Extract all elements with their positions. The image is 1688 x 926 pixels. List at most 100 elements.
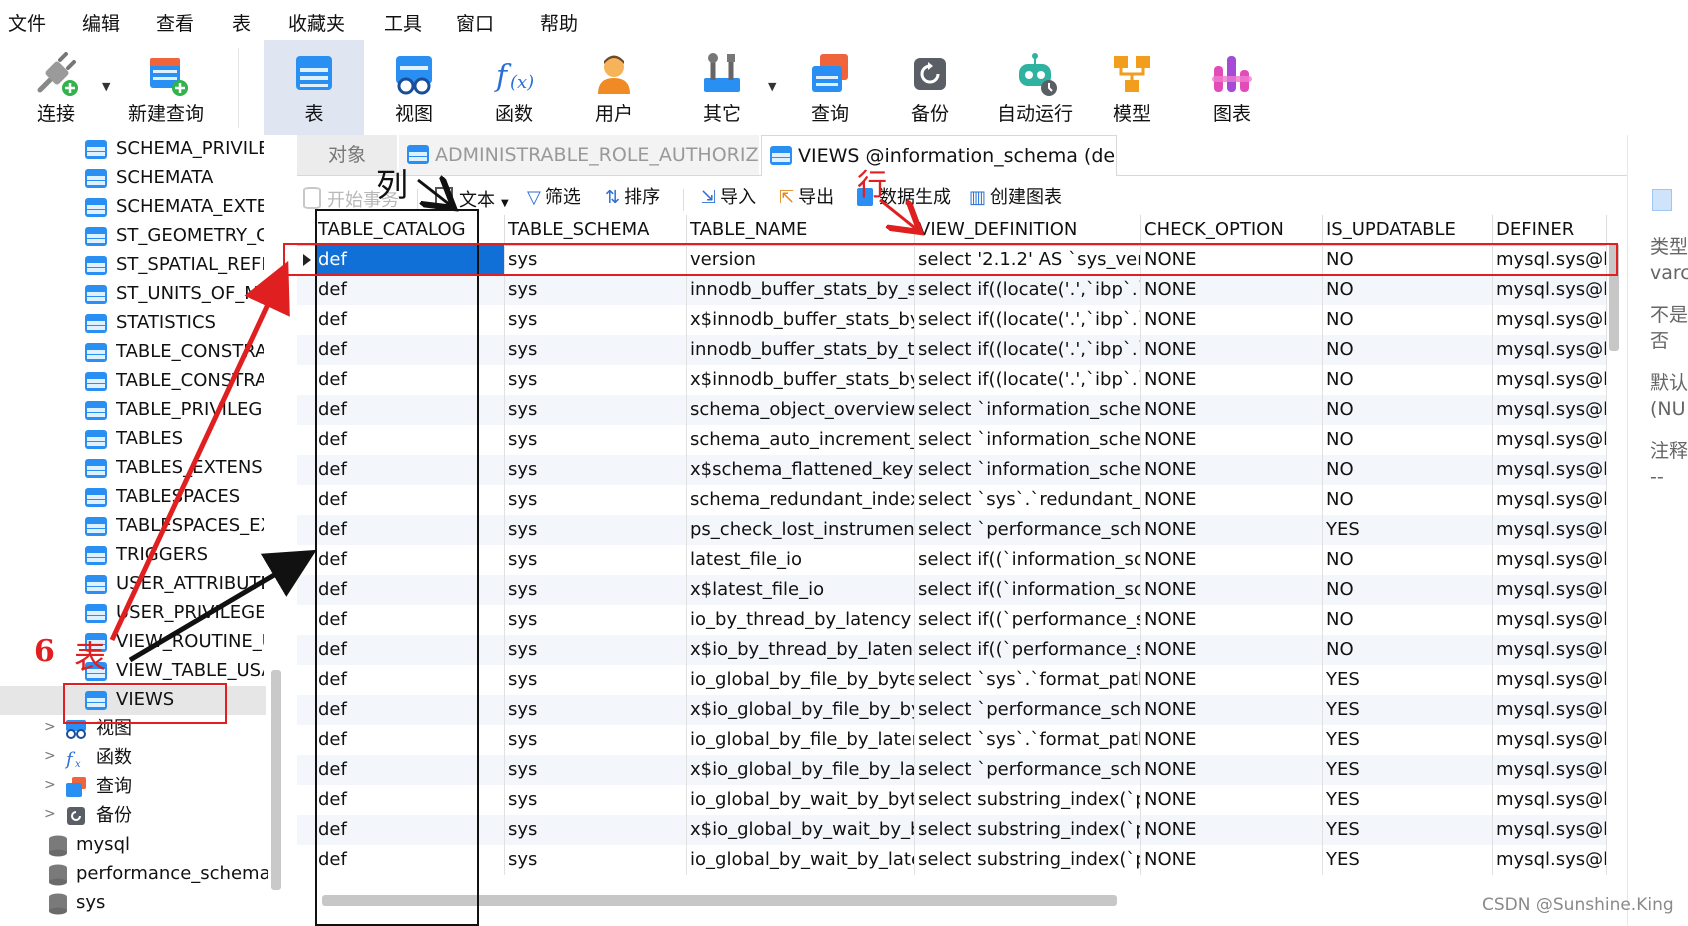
menu-window[interactable]: 窗口 xyxy=(456,12,494,36)
tree-item-group[interactable]: > 查询 xyxy=(0,773,266,802)
header-col-view-definition[interactable]: VIEW_DEFINITION xyxy=(915,215,1141,245)
tree-item-table[interactable]: TABLE_PRIVILEGES xyxy=(0,396,266,425)
table-row[interactable]: def sys io_by_thread_by_latency select if((… xyxy=(297,605,1607,635)
chevron-right-icon[interactable]: > xyxy=(44,806,56,822)
create-chart-button[interactable]: ▥ 创建图表 xyxy=(969,187,1062,209)
cell-view-definition[interactable]: select if((locate('.',`ibp`.`TA xyxy=(915,335,1141,365)
cell-view-definition[interactable]: select substring_index(`pe xyxy=(915,815,1141,845)
cell-is-updatable[interactable]: NO xyxy=(1323,395,1493,425)
cell-check-option[interactable]: NONE xyxy=(1141,515,1323,545)
cell-table-schema[interactable]: sys xyxy=(505,515,687,545)
tree-item-table[interactable]: USER_PRIVILEGES xyxy=(0,599,266,628)
cell-table-name[interactable]: x$schema_flattened_keys xyxy=(687,455,915,485)
tree-item-table[interactable]: SCHEMATA xyxy=(0,164,266,193)
table-row[interactable]: def sys innodb_buffer_stats_by_sc select if… xyxy=(297,275,1607,305)
cell-table-schema[interactable]: sys xyxy=(505,335,687,365)
cell-table-schema[interactable]: sys xyxy=(505,365,687,395)
cell-is-updatable[interactable]: YES xyxy=(1323,755,1493,785)
cell-check-option[interactable]: NONE xyxy=(1141,365,1323,395)
cell-table-name[interactable]: io_global_by_file_by_laten xyxy=(687,725,915,755)
cell-check-option[interactable]: NONE xyxy=(1141,575,1323,605)
toolbar-other-button[interactable]: 其它 xyxy=(672,40,772,135)
filter-button[interactable]: ▽ 筛选 xyxy=(527,187,581,209)
table-row[interactable]: def sys ps_check_lost_instrumenta select `p… xyxy=(297,515,1607,545)
cell-view-definition[interactable]: select `performance_scher xyxy=(915,755,1141,785)
menu-edit[interactable]: 编辑 xyxy=(82,12,120,36)
tree-item-table[interactable]: TABLESPACES xyxy=(0,483,266,512)
cell-definer[interactable]: mysql.sys@l xyxy=(1493,785,1607,815)
cell-definer[interactable]: mysql.sys@l xyxy=(1493,425,1607,455)
toolbar-function-button[interactable]: f (x) 函数 xyxy=(464,40,564,135)
cell-definer[interactable]: mysql.sys@l xyxy=(1493,305,1607,335)
cell-check-option[interactable]: NONE xyxy=(1141,305,1323,335)
cell-table-schema[interactable]: sys xyxy=(505,755,687,785)
cell-table-schema[interactable]: sys xyxy=(505,575,687,605)
table-row[interactable]: def sys schema_redundant_indexe select `sys… xyxy=(297,485,1607,515)
cell-table-name[interactable]: schema_object_overview xyxy=(687,395,915,425)
chevron-right-icon[interactable]: > xyxy=(44,719,56,735)
cell-is-updatable[interactable]: YES xyxy=(1323,785,1493,815)
tree-item-group[interactable]: > f x 函数 xyxy=(0,744,266,773)
cell-table-name[interactable]: schema_redundant_indexe xyxy=(687,485,915,515)
cell-table-name[interactable]: x$innodb_buffer_stats_by xyxy=(687,305,915,335)
cell-view-definition[interactable]: select `performance_scher xyxy=(915,695,1141,725)
cell-table-name[interactable]: x$innodb_buffer_stats_by xyxy=(687,365,915,395)
cell-definer[interactable]: mysql.sys@l xyxy=(1493,605,1607,635)
toolbar-query-button[interactable]: 查询 xyxy=(780,40,880,135)
cell-is-updatable[interactable]: YES xyxy=(1323,725,1493,755)
cell-table-name[interactable]: x$io_global_by_file_by_lat xyxy=(687,755,915,785)
chevron-right-icon[interactable]: > xyxy=(44,748,56,764)
tree-item-database[interactable]: performance_schema xyxy=(0,860,268,889)
table-row[interactable]: def sys x$io_by_thread_by_latency select if… xyxy=(297,635,1607,665)
table-row[interactable]: def sys io_global_by_wait_by_late select su… xyxy=(297,845,1607,875)
cell-is-updatable[interactable]: NO xyxy=(1323,425,1493,455)
cell-definer[interactable]: mysql.sys@l xyxy=(1493,725,1607,755)
cell-table-schema[interactable]: sys xyxy=(505,635,687,665)
cell-check-option[interactable]: NONE xyxy=(1141,725,1323,755)
cell-check-option[interactable]: NONE xyxy=(1141,785,1323,815)
table-row[interactable]: def sys schema_object_overview select `info… xyxy=(297,395,1607,425)
table-row[interactable]: def sys io_global_by_file_by_laten select `… xyxy=(297,725,1607,755)
table-row[interactable]: def sys innodb_buffer_stats_by_ta select if… xyxy=(297,335,1607,365)
cell-table-schema[interactable]: sys xyxy=(505,275,687,305)
cell-view-definition[interactable]: select substring_index(`pe xyxy=(915,845,1141,875)
menu-file[interactable]: 文件 xyxy=(8,12,46,36)
cell-check-option[interactable]: NONE xyxy=(1141,425,1323,455)
header-col-is-updatable[interactable]: IS_UPDATABLE xyxy=(1323,215,1493,245)
cell-view-definition[interactable]: select if((`performance_scl xyxy=(915,605,1141,635)
table-row[interactable]: def sys x$innodb_buffer_stats_by select if(… xyxy=(297,305,1607,335)
toolbar-backup-button[interactable]: 备份 xyxy=(880,40,980,135)
cell-table-name[interactable]: io_global_by_file_by_bytes xyxy=(687,665,915,695)
cell-definer[interactable]: mysql.sys@l xyxy=(1493,635,1607,665)
cell-check-option[interactable]: NONE xyxy=(1141,635,1323,665)
toolbar-user-button[interactable]: 用户 xyxy=(564,40,664,135)
cell-table-schema[interactable]: sys xyxy=(505,395,687,425)
table-row[interactable]: def sys x$latest_file_io select if((`inform… xyxy=(297,575,1607,605)
import-button[interactable]: ⇲ 导入 xyxy=(701,187,756,209)
cell-table-name[interactable]: x$latest_file_io xyxy=(687,575,915,605)
sort-button[interactable]: ⇅ 排序 xyxy=(605,187,660,209)
cell-table-schema[interactable]: sys xyxy=(505,665,687,695)
cell-is-updatable[interactable]: NO xyxy=(1323,485,1493,515)
tab-views[interactable]: VIEWS @information_schema (dem... xyxy=(761,135,1117,176)
cell-is-updatable[interactable]: NO xyxy=(1323,365,1493,395)
tree-item-table[interactable]: ST_GEOMETRY_CO xyxy=(0,222,266,251)
tree-item-database[interactable]: mysql xyxy=(0,831,266,860)
cell-definer[interactable]: mysql.sys@l xyxy=(1493,665,1607,695)
cell-definer[interactable]: mysql.sys@l xyxy=(1493,455,1607,485)
cell-table-name[interactable]: latest_file_io xyxy=(687,545,915,575)
cell-is-updatable[interactable]: YES xyxy=(1323,845,1493,875)
menu-tools[interactable]: 工具 xyxy=(384,12,422,36)
cell-check-option[interactable]: NONE xyxy=(1141,815,1323,845)
cell-is-updatable[interactable]: NO xyxy=(1323,305,1493,335)
table-row[interactable]: def sys x$io_global_by_file_by_lat select `… xyxy=(297,755,1607,785)
header-col-check-option[interactable]: CHECK_OPTION xyxy=(1141,215,1323,245)
menu-favorites[interactable]: 收藏夹 xyxy=(288,12,345,36)
tree-item-table[interactable]: SCHEMATA_EXTE xyxy=(0,193,266,222)
cell-table-schema[interactable]: sys xyxy=(505,545,687,575)
tree-item-table[interactable]: STATISTICS xyxy=(0,309,266,338)
cell-view-definition[interactable]: select substring_index(`pe xyxy=(915,785,1141,815)
menu-help[interactable]: 帮助 xyxy=(540,12,578,36)
menu-view[interactable]: 查看 xyxy=(156,12,194,36)
cell-table-name[interactable]: innodb_buffer_stats_by_sc xyxy=(687,275,915,305)
